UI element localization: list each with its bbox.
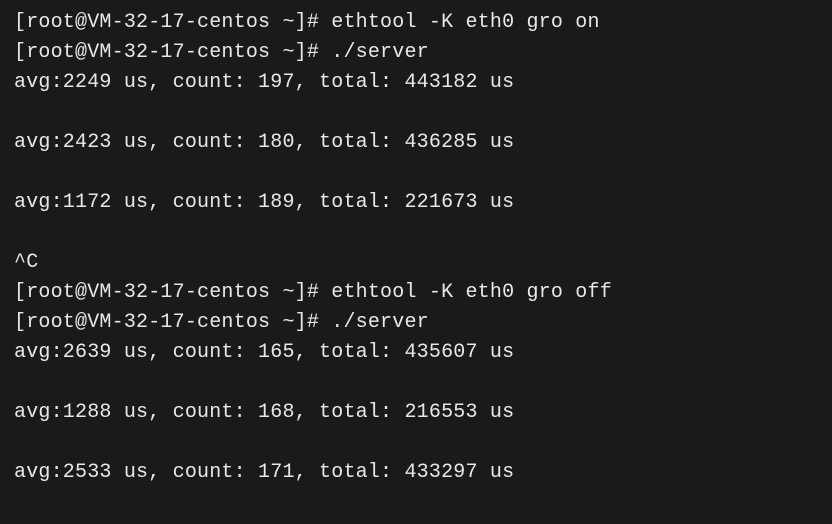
terminal-line: avg:1172 us, count: 189, total: 221673 u… (14, 188, 818, 218)
terminal-blank-line (14, 218, 818, 248)
terminal-blank-line (14, 158, 818, 188)
terminal-blank-line (14, 368, 818, 398)
terminal-blank-line (14, 428, 818, 458)
terminal-line: [root@VM-32-17-centos ~]# ethtool -K eth… (14, 278, 818, 308)
terminal-blank-line (14, 98, 818, 128)
terminal-line: avg:2639 us, count: 165, total: 435607 u… (14, 338, 818, 368)
terminal-output: [root@VM-32-17-centos ~]# ethtool -K eth… (14, 8, 818, 488)
terminal-line: [root@VM-32-17-centos ~]# ethtool -K eth… (14, 8, 818, 38)
terminal-line: avg:1288 us, count: 168, total: 216553 u… (14, 398, 818, 428)
terminal-line: [root@VM-32-17-centos ~]# ./server (14, 308, 818, 338)
terminal-line: [root@VM-32-17-centos ~]# ./server (14, 38, 818, 68)
terminal-line: avg:2423 us, count: 180, total: 436285 u… (14, 128, 818, 158)
terminal-line: avg:2249 us, count: 197, total: 443182 u… (14, 68, 818, 98)
terminal-line: ^C (14, 248, 818, 278)
terminal-line: avg:2533 us, count: 171, total: 433297 u… (14, 458, 818, 488)
